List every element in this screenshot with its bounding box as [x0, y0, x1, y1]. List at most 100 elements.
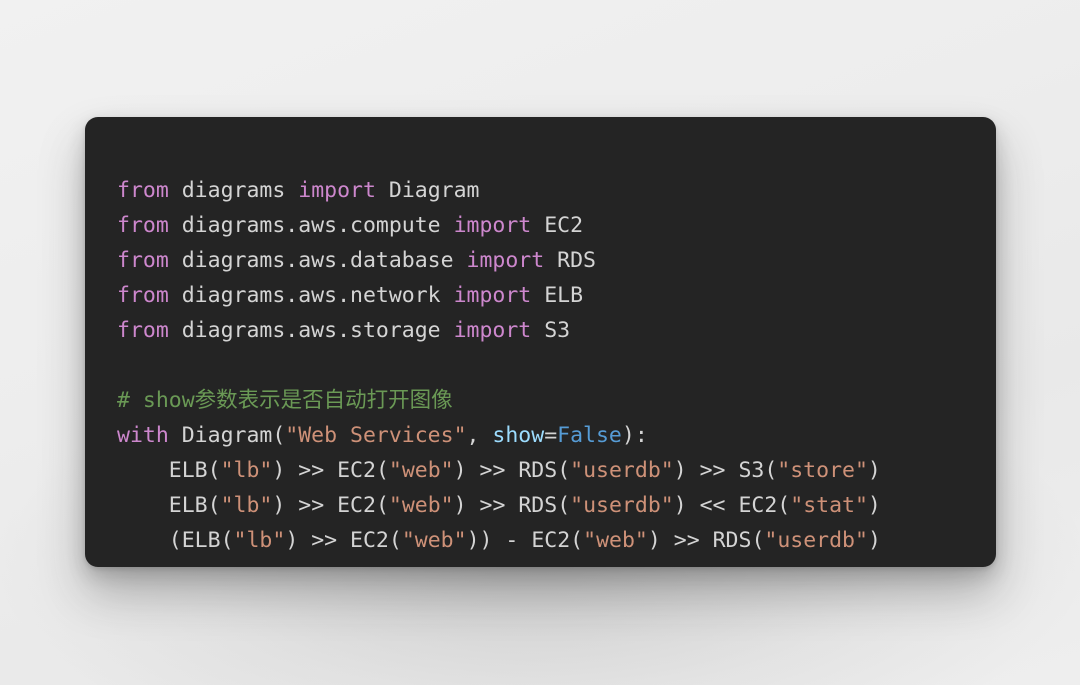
code-token-punct: ( [272, 422, 286, 448]
code-token-punct [169, 423, 182, 448]
code-token-punct: ( [168, 527, 182, 553]
code-token-punct [376, 178, 389, 203]
code-line: ELB("lb") >> EC2("web") >> RDS("userdb")… [117, 453, 984, 488]
code-token-punct [441, 213, 454, 238]
code-token-punct: ( [764, 457, 778, 483]
code-token-punct: ): [621, 422, 648, 448]
code-token-name: diagrams.aws.storage [181, 317, 441, 343]
code-token-name: EC2 [337, 457, 376, 483]
code-token-name: ELB [544, 282, 584, 308]
code-token-op: = [544, 422, 558, 448]
code-line: from diagrams.aws.storage import S3 [117, 313, 984, 348]
code-token-name: Diagram [181, 422, 273, 448]
code-token-punct [726, 458, 739, 483]
code-token-name: RDS [518, 457, 558, 483]
code-token-name: S3 [738, 457, 765, 483]
code-token-punct [117, 528, 169, 553]
code-token-punct: ( [557, 492, 571, 518]
code-token-name: EC2 [531, 527, 571, 553]
code-token-punct [169, 283, 182, 308]
code-token-punct [544, 248, 557, 273]
code-token-op: >> [479, 457, 506, 483]
code-token-name: S3 [544, 317, 571, 343]
code-token-string: "store" [777, 457, 868, 483]
code-line: from diagrams.aws.network import ELB [117, 278, 984, 313]
code-token-punct: ( [557, 457, 571, 483]
screenshot-canvas: from diagrams import Diagram from diagram… [0, 0, 1080, 685]
code-token-punct: )) [466, 527, 506, 553]
code-token-op: - [505, 527, 519, 553]
code-token-punct: , [466, 422, 493, 448]
code-token-punct: ( [207, 457, 221, 483]
code-line: (ELB("lb") >> EC2("web")) - EC2("web") >… [117, 523, 984, 558]
code-token-string: "Web Services" [285, 422, 467, 448]
code-token-punct [324, 493, 337, 518]
code-token-punct [117, 493, 169, 518]
code-token-punct [117, 458, 169, 483]
code-token-name: EC2 [337, 492, 376, 518]
code-token-punct: ) [867, 457, 881, 483]
code-token-punct: ( [388, 527, 402, 553]
code-token-punct: ) [673, 457, 700, 483]
code-line: from diagrams import Diagram [117, 173, 984, 208]
code-token-op: >> [479, 492, 506, 518]
code-token-op: >> [298, 457, 325, 483]
code-token-name: diagrams.aws.network [181, 282, 441, 308]
code-token-punct [441, 283, 454, 308]
code-token-keyword: from [117, 317, 169, 343]
code-token-keyword: import [466, 247, 545, 273]
code-token-string: "web" [388, 492, 454, 518]
code-token-keyword: from [117, 282, 169, 308]
code-token-name: diagrams [181, 177, 286, 203]
code-token-keyword: from [117, 247, 169, 273]
code-token-punct [726, 493, 739, 518]
code-token-punct: ) [867, 492, 881, 518]
code-token-comment: # show参数表示是否自动打开图像 [117, 387, 453, 413]
code-token-string: "stat" [790, 492, 868, 518]
code-token-punct: ) [673, 492, 700, 518]
code-token-keyword: from [117, 177, 169, 203]
code-token-punct [531, 283, 544, 308]
code-token-punct [531, 213, 544, 238]
code-token-string: "lb" [220, 492, 273, 518]
code-token-string: "web" [388, 457, 454, 483]
code-token-op: >> [311, 527, 338, 553]
code-token-name: RDS [712, 527, 752, 553]
code-token-punct: ) [453, 492, 480, 518]
code-token-keyword: import [453, 282, 532, 308]
code-token-punct: ( [375, 492, 389, 518]
code-token-punct [531, 318, 544, 343]
code-token-op: >> [699, 457, 726, 483]
code-token-punct: ) [272, 457, 299, 483]
code-token-name: ELB [168, 492, 208, 518]
code-token-string: "lb" [220, 457, 273, 483]
code-token-string: "userdb" [764, 527, 868, 553]
code-token-keyword: import [298, 177, 376, 203]
code-token-op: >> [673, 527, 700, 553]
code-token-punct: ( [751, 527, 765, 553]
code-token-name: ELB [168, 457, 208, 483]
code-token-keyword: import [453, 212, 532, 238]
code-token-punct [505, 493, 518, 518]
code-token-punct: ) [453, 457, 480, 483]
code-token-punct [505, 458, 518, 483]
code-token-punct [700, 528, 713, 553]
code-token-punct [285, 178, 298, 203]
code-token-name: ELB [181, 527, 221, 553]
code-token-name: Diagram [388, 177, 480, 203]
code-token-punct: ) [285, 527, 312, 553]
code-token-string: "lb" [233, 527, 286, 553]
code-token-punct [337, 528, 350, 553]
code-token-const: False [557, 422, 622, 448]
code-token-punct [169, 178, 182, 203]
code-token-punct [441, 318, 454, 343]
code-block[interactable]: from diagrams import Diagram from diagram… [117, 173, 984, 558]
code-token-keyword: with [117, 422, 169, 448]
code-token-punct: ) [272, 492, 299, 518]
code-token-name: diagrams.aws.compute [181, 212, 441, 238]
code-token-name: diagrams.aws.database [181, 247, 454, 273]
code-line: with Diagram("Web Services", show=False)… [117, 418, 984, 453]
code-token-string: "web" [401, 527, 467, 553]
code-token-name: EC2 [738, 492, 778, 518]
